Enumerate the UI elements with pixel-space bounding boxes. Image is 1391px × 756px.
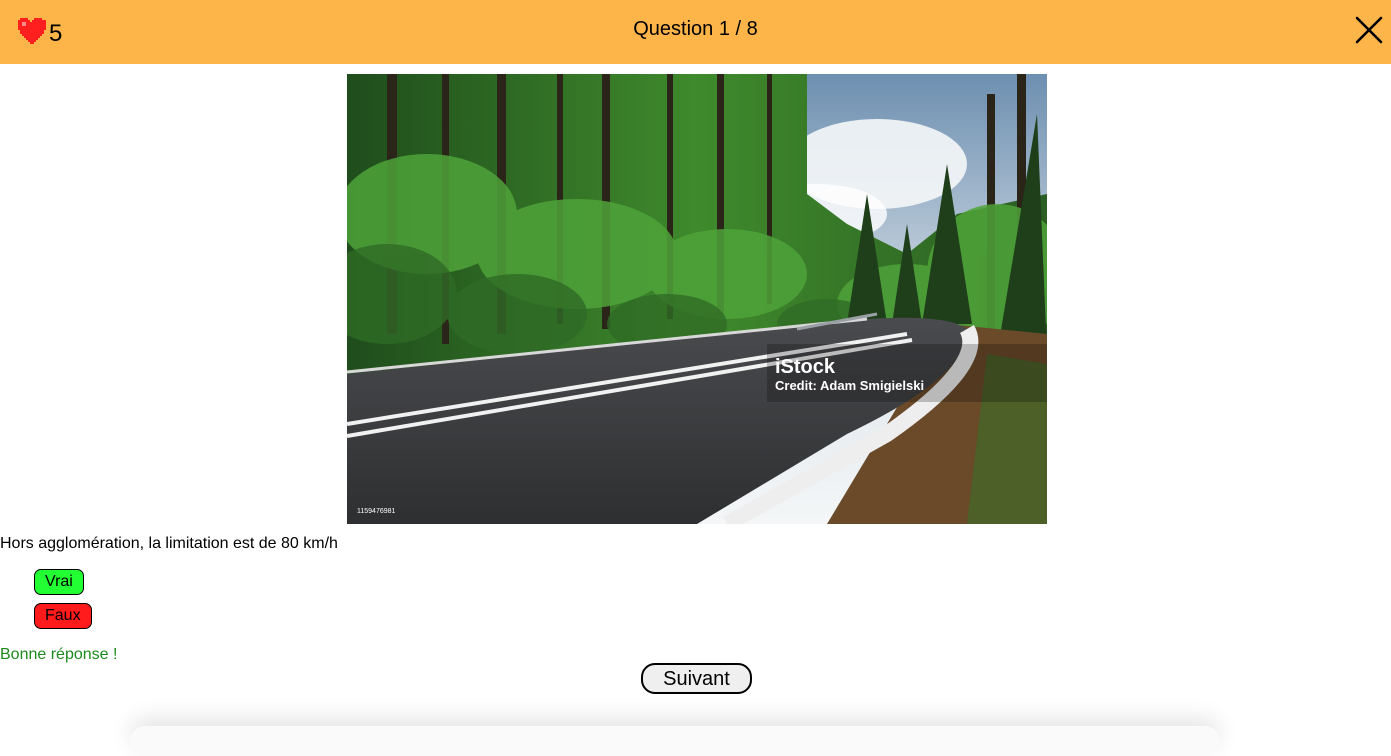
question-text: Hors agglomération, la limitation est de… bbox=[0, 535, 338, 552]
close-button[interactable] bbox=[1353, 14, 1385, 46]
answer-feedback: Bonne réponse ! bbox=[0, 646, 118, 663]
close-icon bbox=[1355, 16, 1383, 44]
question-counter: Question 1 / 8 bbox=[633, 18, 758, 40]
top-bar: 5 Question 1 / 8 bbox=[0, 0, 1391, 64]
watermark-brand: iStock bbox=[775, 356, 836, 378]
watermark-credit: Credit: Adam Smigielski bbox=[775, 378, 924, 393]
next-button[interactable]: Suivant bbox=[641, 663, 752, 694]
question-photo: iStock Credit: Adam Smigielski 115947698… bbox=[347, 74, 1047, 524]
answer-true-button[interactable]: Vrai bbox=[34, 569, 84, 595]
stock-id: 1159476981 bbox=[357, 508, 396, 515]
answer-false-button[interactable]: Faux bbox=[34, 603, 92, 629]
bottom-panel bbox=[130, 726, 1220, 756]
